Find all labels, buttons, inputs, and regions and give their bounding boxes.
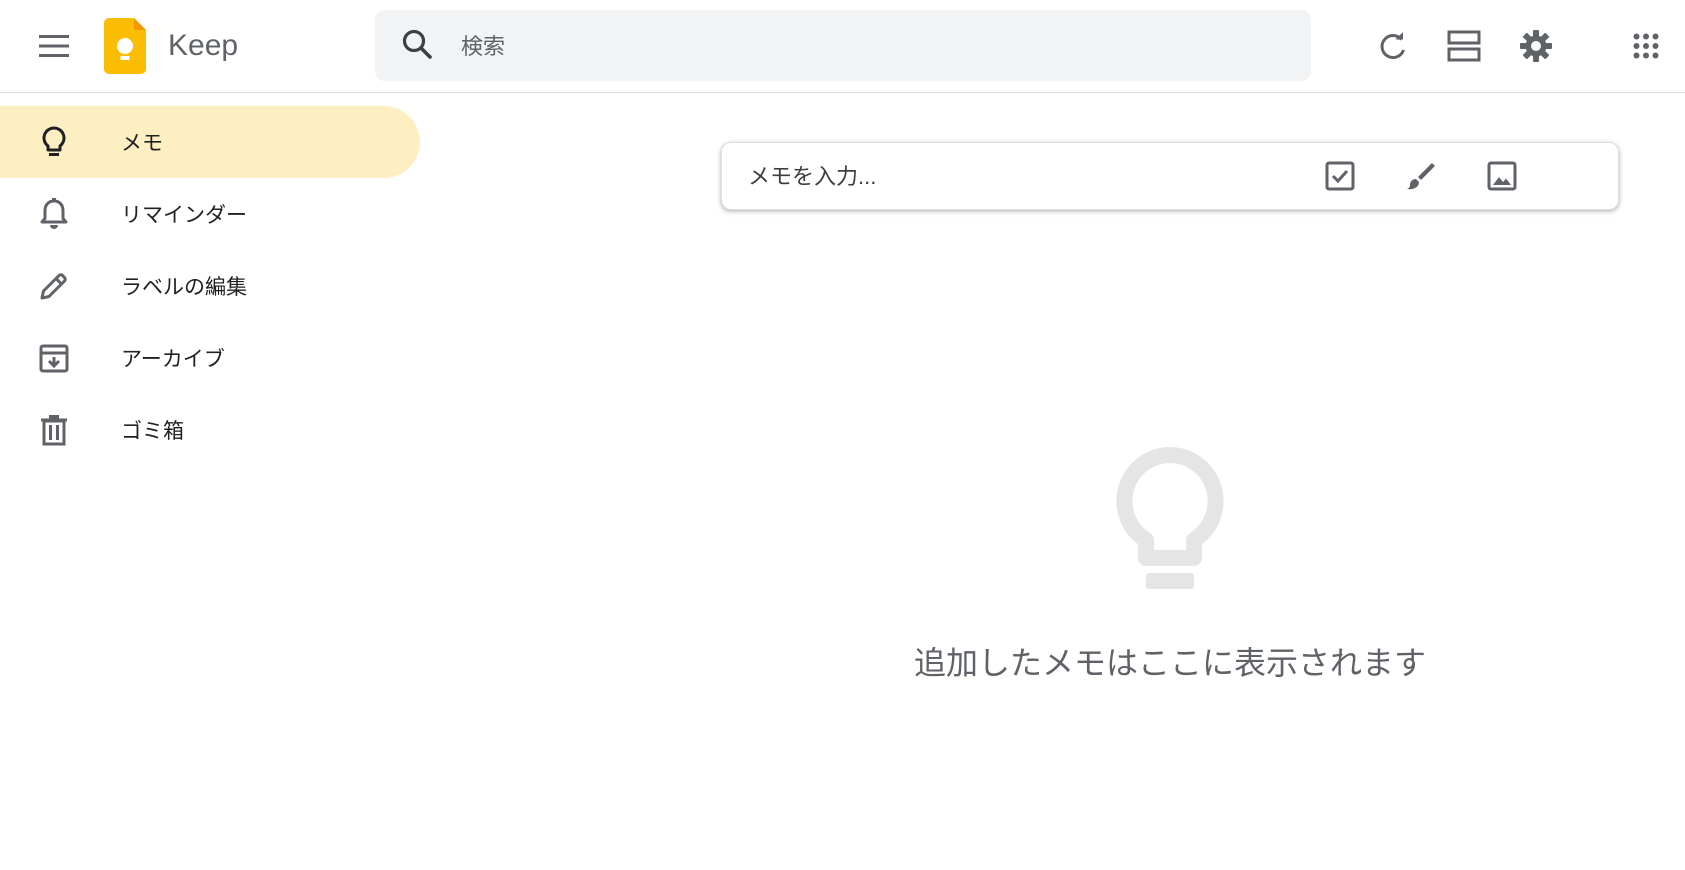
sidebar-item-archive[interactable]: アーカイブ (0, 322, 420, 394)
sidebar-item-label: リマインダー (121, 204, 247, 227)
search-bar[interactable] (375, 10, 1311, 83)
gear-icon (1520, 30, 1552, 62)
search-input[interactable] (459, 10, 1283, 83)
sidebar-item-trash[interactable]: ゴミ箱 (0, 394, 420, 466)
list-view-button[interactable] (1440, 22, 1488, 70)
sidebar-item-edit-labels[interactable]: ラベルの編集 (0, 250, 420, 322)
list-view-icon (1447, 30, 1481, 62)
archive-icon (36, 340, 72, 376)
trash-icon (36, 412, 72, 448)
apps-grid-icon (1633, 33, 1659, 59)
new-list-button[interactable] (1316, 152, 1364, 200)
search-icon[interactable] (395, 22, 441, 68)
refresh-icon (1380, 32, 1405, 60)
sidebar-item-reminders[interactable]: リマインダー (0, 178, 420, 250)
app-title[interactable]: Keep (168, 26, 238, 66)
note-input[interactable] (746, 143, 1310, 211)
checkbox-icon (1325, 161, 1355, 191)
settings-button[interactable] (1512, 22, 1560, 70)
sidebar-item-label: アーカイブ (121, 348, 225, 371)
sidebar-item-label: ラベルの編集 (121, 276, 247, 299)
keep-logo-icon[interactable] (104, 18, 146, 74)
lightbulb-icon (1116, 447, 1224, 589)
new-image-button[interactable] (1478, 152, 1526, 200)
new-drawing-button[interactable] (1397, 152, 1445, 200)
note-composer[interactable] (721, 142, 1619, 211)
lightbulb-icon (36, 124, 72, 160)
refresh-button[interactable] (1369, 22, 1417, 70)
sidebar-item-label: メモ (121, 132, 163, 155)
bell-icon (36, 196, 72, 232)
image-icon (1487, 161, 1517, 191)
hamburger-menu-icon (39, 35, 69, 57)
main-menu-button[interactable] (30, 22, 78, 70)
sidebar-nav: メモ リマインダー ラベルの編集 アーカイブ ゴミ箱 (0, 106, 420, 466)
top-bar: Keep (0, 0, 1685, 93)
pencil-icon (36, 268, 72, 304)
google-apps-button[interactable] (1622, 22, 1670, 70)
empty-state-message: 追加したメモはここに表示されます (913, 645, 1426, 681)
brush-icon (1407, 163, 1435, 190)
sidebar-item-notes[interactable]: メモ (0, 106, 420, 178)
sidebar-item-label: ゴミ箱 (121, 420, 184, 443)
